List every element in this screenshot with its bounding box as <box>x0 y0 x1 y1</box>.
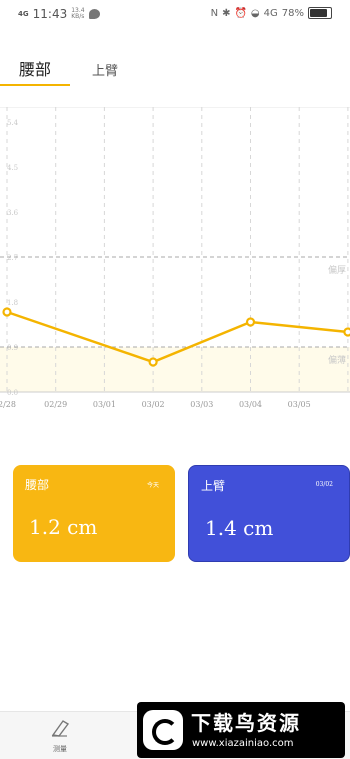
battery-percent: 78% <box>281 7 304 19</box>
y-tick-label: 4.5 <box>7 164 18 172</box>
bluetooth-icon: ✱ <box>222 7 231 19</box>
y-tick-label: 1.8 <box>7 299 18 307</box>
waist-card-date: 今天 <box>146 482 159 489</box>
bird-logo-icon <box>143 710 183 750</box>
active-tab-indicator <box>0 84 70 86</box>
nav-measure[interactable]: 测量 <box>45 718 75 756</box>
data-point <box>148 357 158 367</box>
watermark-url: www.xiazainiao.com <box>192 738 294 749</box>
threshold-label: 偏厚 <box>328 264 346 276</box>
signal-indicator: 4G <box>263 7 278 19</box>
data-point <box>343 327 350 337</box>
threshold-label: 偏薄 <box>328 354 346 366</box>
y-tick-label: 2.7 <box>7 254 18 262</box>
upper-arm-card-date: 03/02 <box>315 481 333 488</box>
wifi-icon: ◒ <box>250 7 260 19</box>
data-point <box>245 317 256 327</box>
x-tick-label: 03/02 <box>142 400 165 409</box>
tab-bar: 腰部 上臂 <box>0 40 350 88</box>
watermark-banner: 下载鸟资源 www.xiazainiao.com <box>137 702 345 758</box>
waist-card-title: 腰部 <box>25 478 50 492</box>
x-tick-label: 03/05 <box>288 400 311 409</box>
nav-measure-label: 测量 <box>53 745 67 753</box>
y-tick-label: 3.6 <box>7 209 19 217</box>
network-speed: 13.4 KB/s <box>71 7 85 20</box>
thickness-line-chart: 5.4 4.5 3.6 2.7 1.8 0.9 0.0 偏厚偏薄 2/28 02/29 03/01 0… <box>0 107 350 409</box>
watermark-title: 下载鸟资源 <box>191 711 301 735</box>
network-indicator: 4G <box>18 9 29 18</box>
waist-card[interactable]: 腰部 今天 1.2 cm <box>13 465 175 562</box>
message-icon <box>89 9 101 19</box>
tab-waist[interactable]: 腰部 <box>19 56 51 80</box>
upper-arm-card-title: 上臂 <box>201 479 226 493</box>
status-bar: 4G 11:43 13.4 KB/s N ✱ ⏰ ◒ 4G 78% <box>0 0 350 30</box>
y-tick-label: 0.9 <box>7 344 18 352</box>
x-tick-label: 2/28 <box>0 400 16 409</box>
y-tick-label: 0.0 <box>7 389 18 397</box>
nfc-icon: N <box>210 7 219 19</box>
upper-arm-card-value: 1.4 cm <box>205 516 274 540</box>
measure-icon <box>51 720 70 737</box>
x-tick-label: 03/01 <box>93 400 116 409</box>
x-tick-label: 03/04 <box>239 400 262 409</box>
battery-icon <box>308 7 332 19</box>
x-tick-label: 03/03 <box>190 400 213 409</box>
data-point <box>2 307 12 317</box>
x-tick-label: 02/29 <box>44 400 67 409</box>
waist-card-value: 1.2 cm <box>29 515 98 539</box>
y-tick-label: 5.4 <box>7 119 19 127</box>
alarm-icon: ⏰ <box>234 7 247 19</box>
clock: 11:43 <box>32 7 68 21</box>
upper-arm-card[interactable]: 上臂 03/02 1.4 cm <box>188 465 350 562</box>
tab-upper-arm[interactable]: 上臂 <box>92 60 118 79</box>
